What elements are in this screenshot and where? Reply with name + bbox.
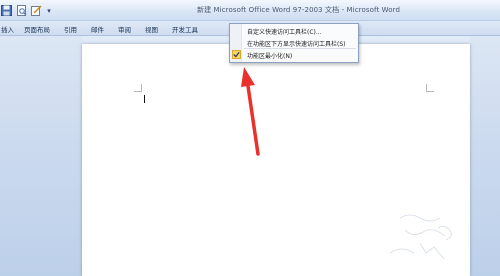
- qat-context-menu: 自定义快速访问工具栏(C)... 在功能区下方显示快速访问工具栏(S) 功能区最…: [229, 23, 359, 63]
- quick-access-toolbar: ▾: [0, 3, 53, 18]
- save-icon[interactable]: [0, 4, 13, 17]
- margin-corner-top-left: [134, 84, 142, 92]
- checkmark-icon: [232, 50, 241, 59]
- menu-item-customize-qat[interactable]: 自定义快速访问工具栏(C)...: [230, 25, 358, 37]
- workspace-background-left: [0, 36, 82, 276]
- decorative-watermark: [360, 198, 470, 276]
- tab-mailings[interactable]: 邮件: [91, 24, 104, 34]
- title-bar: ▾ 新建 Microsoft Office Word 97-2003 文档 - …: [0, 0, 500, 21]
- customize-toolbar-dropdown[interactable]: ▾: [45, 5, 53, 17]
- tab-references[interactable]: 引用: [64, 24, 77, 34]
- margin-corner-top-right: [426, 84, 434, 92]
- menu-item-label: 在功能区下方显示快速访问工具栏(S): [247, 41, 346, 48]
- tab-developer[interactable]: 开发工具: [172, 24, 198, 34]
- menu-item-label: 功能区最小化(N): [247, 53, 293, 60]
- menu-item-label: 自定义快速访问工具栏(C)...: [247, 29, 322, 36]
- edit-icon[interactable]: [30, 4, 43, 17]
- tab-insert[interactable]: 插入: [1, 24, 14, 34]
- text-cursor: [144, 95, 145, 103]
- tab-view[interactable]: 视图: [145, 24, 158, 34]
- window-title: 新建 Microsoft Office Word 97-2003 文档 - Mi…: [197, 6, 401, 14]
- tab-review[interactable]: 审阅: [118, 24, 131, 34]
- tab-page-layout[interactable]: 页面布局: [24, 24, 50, 34]
- menu-item-minimize-ribbon[interactable]: 功能区最小化(N): [230, 49, 358, 61]
- workspace-background-right: [470, 36, 500, 276]
- print-preview-icon[interactable]: [15, 4, 28, 17]
